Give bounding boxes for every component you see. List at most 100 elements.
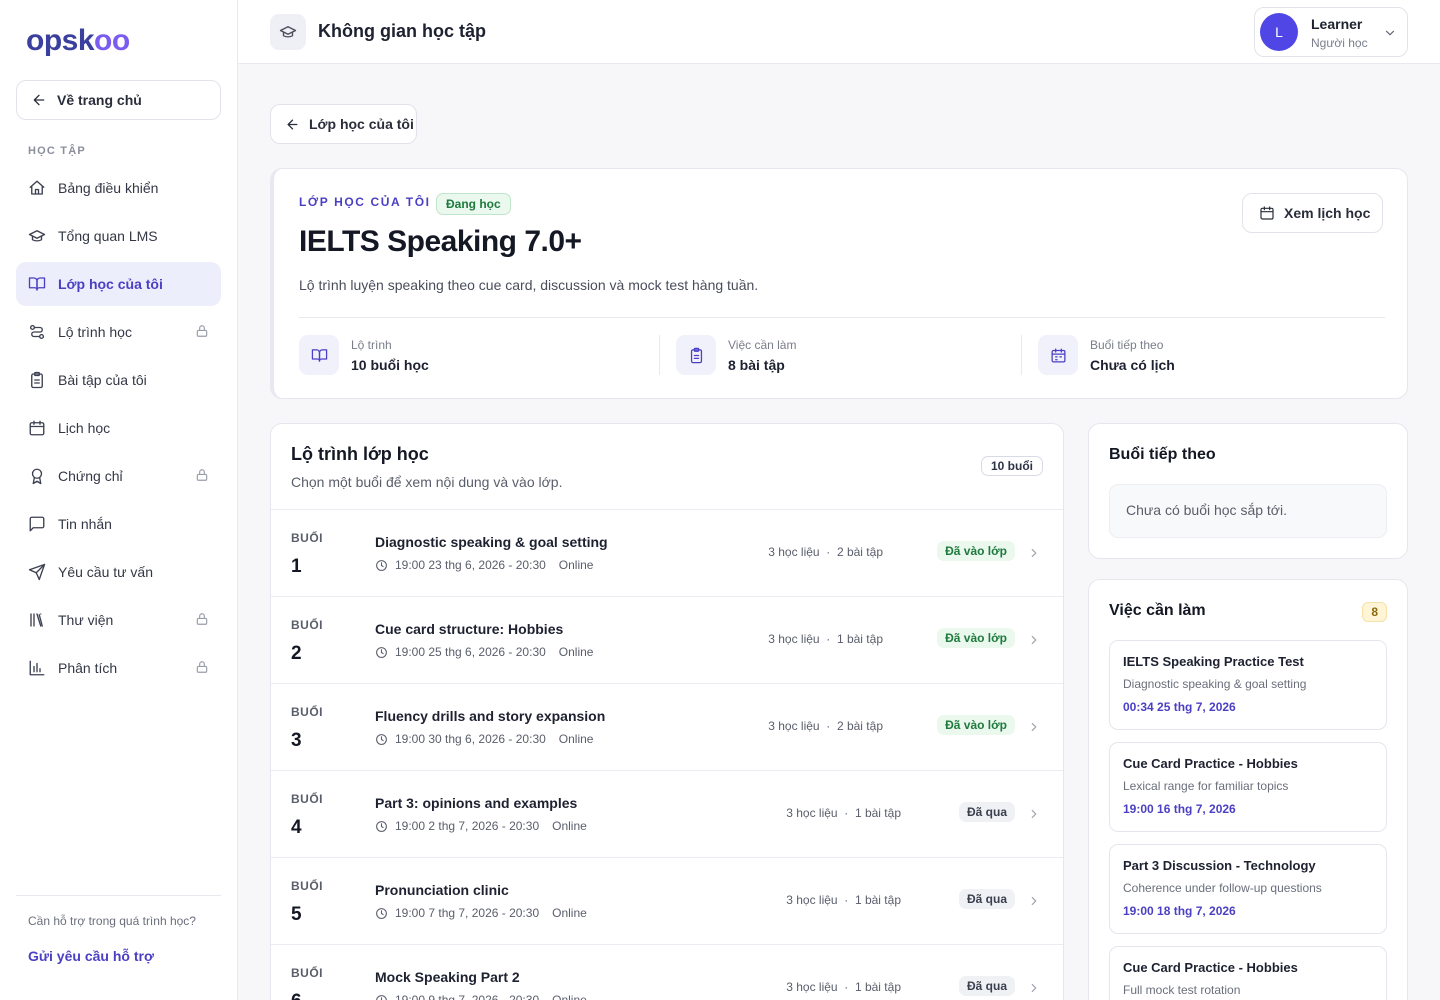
session-time: 19:00 7 thg 7, 2026 - 20:30 (395, 906, 540, 920)
view-schedule-button[interactable]: Xem lịch học (1242, 193, 1383, 233)
sidebar-item-7[interactable]: Tin nhắn (16, 502, 221, 546)
materials-count: 3 học liệu (786, 806, 838, 820)
session-mode: Online (552, 819, 587, 833)
sidebar-nav: Bảng điều khiển Tổng quan LMS Lớp học của … (16, 166, 221, 694)
session-meta: 19:00 9 thg 7, 2026 - 20:30 Online (375, 993, 587, 1000)
session-row[interactable]: BUỔI 1 Diagnostic speaking & goal setting 1… (271, 509, 1063, 596)
stat-roadmap: Lộ trình 10 buổi học (299, 333, 429, 377)
stat-value: 8 bài tập (728, 356, 785, 373)
stat-label: Lộ trình (351, 337, 392, 352)
clipboard-icon (676, 335, 716, 375)
graduation-cap-icon (270, 14, 306, 50)
lock-icon (195, 660, 209, 674)
todo-item[interactable]: Cue Card Practice - Hobbies Lexical range… (1109, 742, 1387, 832)
lock-icon (195, 612, 209, 626)
back-home-label: Về trang chủ (57, 92, 142, 108)
next-session-empty: Chưa có buổi học sắp tới. (1109, 484, 1387, 538)
sidebar-item-0[interactable]: Bảng điều khiển (16, 166, 221, 210)
view-schedule-label: Xem lịch học (1284, 205, 1371, 221)
session-row[interactable]: BUỔI 2 Cue card structure: Hobbies 19:00 25… (271, 596, 1063, 683)
session-label: BUỔI (291, 966, 323, 980)
graduation-cap-icon (28, 227, 46, 245)
hero-eyebrow: LỚP HỌC CỦA TÔI (299, 195, 431, 209)
session-meta: 19:00 25 thg 6, 2026 - 20:30 Online (375, 645, 593, 659)
back-home-button[interactable]: Về trang chủ (16, 80, 221, 120)
session-resources: 3 học liệu · 1 bài tập (786, 980, 901, 994)
lock-icon (195, 324, 209, 338)
sidebar-item-1[interactable]: Tổng quan LMS (16, 214, 221, 258)
sidebar-item-3[interactable]: Lộ trình học (16, 310, 221, 354)
chevron-down-icon (1383, 26, 1397, 40)
session-list: BUỔI 1 Diagnostic speaking & goal setting 1… (271, 509, 1063, 1000)
session-row[interactable]: BUỔI 5 Pronunciation clinic 19:00 7 thg 7, … (271, 857, 1063, 944)
calendar-icon (1038, 335, 1078, 375)
next-session-title: Buổi tiếp theo (1109, 446, 1216, 463)
todo-due-date: 19:00 18 thg 7, 2026 (1123, 904, 1236, 918)
sidebar-item-6[interactable]: Chứng chỉ (16, 454, 221, 498)
session-meta: 19:00 23 thg 6, 2026 - 20:30 Online (375, 558, 593, 572)
stat-value: Chưa có lịch (1090, 356, 1175, 373)
library-icon (28, 611, 46, 629)
roadmap-subtitle: Chọn một buổi để xem nội dung và vào lớp… (291, 474, 563, 490)
stat-next-session: Buổi tiếp theo Chưa có lịch (1038, 333, 1175, 377)
user-menu[interactable]: L Learner Người học (1254, 7, 1408, 57)
session-label: BUỔI (291, 792, 323, 806)
sidebar-item-2[interactable]: Lớp học của tôi (16, 262, 221, 306)
session-row[interactable]: BUỔI 4 Part 3: opinions and examples 19:00 … (271, 770, 1063, 857)
next-session-card: Buổi tiếp theo Chưa có buổi học sắp tới. (1088, 423, 1408, 559)
sidebar-item-10[interactable]: Phân tích (16, 646, 221, 690)
session-meta: 19:00 30 thg 6, 2026 - 20:30 Online (375, 732, 593, 746)
sidebar-item-label: Lịch học (58, 420, 111, 436)
message-icon (28, 515, 46, 533)
session-resources: 3 học liệu · 1 bài tập (786, 806, 901, 820)
class-hero-card: LỚP HỌC CỦA TÔI Đang học IELTS Speaking … (270, 168, 1408, 399)
session-time: 19:00 25 thg 6, 2026 - 20:30 (395, 645, 546, 659)
back-to-classes-button[interactable]: Lớp học của tôi (270, 104, 417, 144)
sidebar-item-label: Chứng chỉ (58, 468, 123, 484)
chevron-right-icon (1027, 807, 1041, 821)
clock-icon (375, 907, 388, 920)
session-number: 5 (291, 904, 302, 925)
materials-count: 3 học liệu (768, 632, 820, 646)
assignments-count: 1 bài tập (854, 980, 901, 994)
sidebar-item-9[interactable]: Thư viện (16, 598, 221, 642)
todo-description: Full mock test rotation (1123, 983, 1241, 997)
session-status-badge: Đã qua (958, 802, 1015, 822)
todo-item[interactable]: IELTS Speaking Practice Test Diagnostic s… (1109, 640, 1387, 730)
session-label: BUỔI (291, 705, 323, 719)
user-role: Người học (1311, 36, 1368, 50)
todo-name: Cue Card Practice - Hobbies (1123, 960, 1298, 975)
arrow-left-icon (31, 92, 47, 108)
todo-description: Coherence under follow-up questions (1123, 881, 1322, 895)
session-time: 19:00 23 thg 6, 2026 - 20:30 (395, 558, 546, 572)
clock-icon (375, 646, 388, 659)
sidebar-item-5[interactable]: Lịch học (16, 406, 221, 450)
separator-dot: · (837, 980, 855, 994)
opskoo-logo[interactable]: opskoo (26, 24, 130, 58)
session-row[interactable]: BUỔI 6 Mock Speaking Part 2 19:00 9 thg 7, … (271, 944, 1063, 1000)
sidebar-item-8[interactable]: Yêu cầu tư vấn (16, 550, 221, 594)
todo-name: Cue Card Practice - Hobbies (1123, 756, 1298, 771)
support-request-link[interactable]: Gửi yêu cầu hỗ trợ (28, 948, 209, 964)
materials-count: 3 học liệu (768, 719, 820, 733)
stat-label: Việc cần làm (728, 337, 797, 352)
stat-todo: Việc cần làm 8 bài tập (676, 333, 796, 377)
sidebar-item-label: Thư viện (58, 612, 114, 628)
lock-icon (195, 468, 209, 482)
todo-item[interactable]: Cue Card Practice - Hobbies Full mock tes… (1109, 946, 1387, 1000)
todo-due-date: 00:34 25 thg 7, 2026 (1123, 700, 1236, 714)
session-number: 2 (291, 643, 302, 664)
session-status-badge: Đã qua (958, 889, 1015, 909)
session-number: 1 (291, 556, 302, 577)
home-icon (28, 179, 46, 197)
session-row[interactable]: BUỔI 3 Fluency drills and story expansion 1… (271, 683, 1063, 770)
session-count-badge: 10 buổi (980, 456, 1043, 476)
separator-dot: · (819, 719, 837, 733)
todo-item[interactable]: Part 3 Discussion - Technology Coherence … (1109, 844, 1387, 934)
sidebar-item-4[interactable]: Bài tập của tôi (16, 358, 221, 402)
send-icon (28, 563, 46, 581)
session-mode: Online (558, 645, 594, 659)
session-mode: Online (558, 732, 594, 746)
session-label: BUỔI (291, 618, 323, 632)
session-title: Part 3: opinions and examples (375, 795, 578, 811)
